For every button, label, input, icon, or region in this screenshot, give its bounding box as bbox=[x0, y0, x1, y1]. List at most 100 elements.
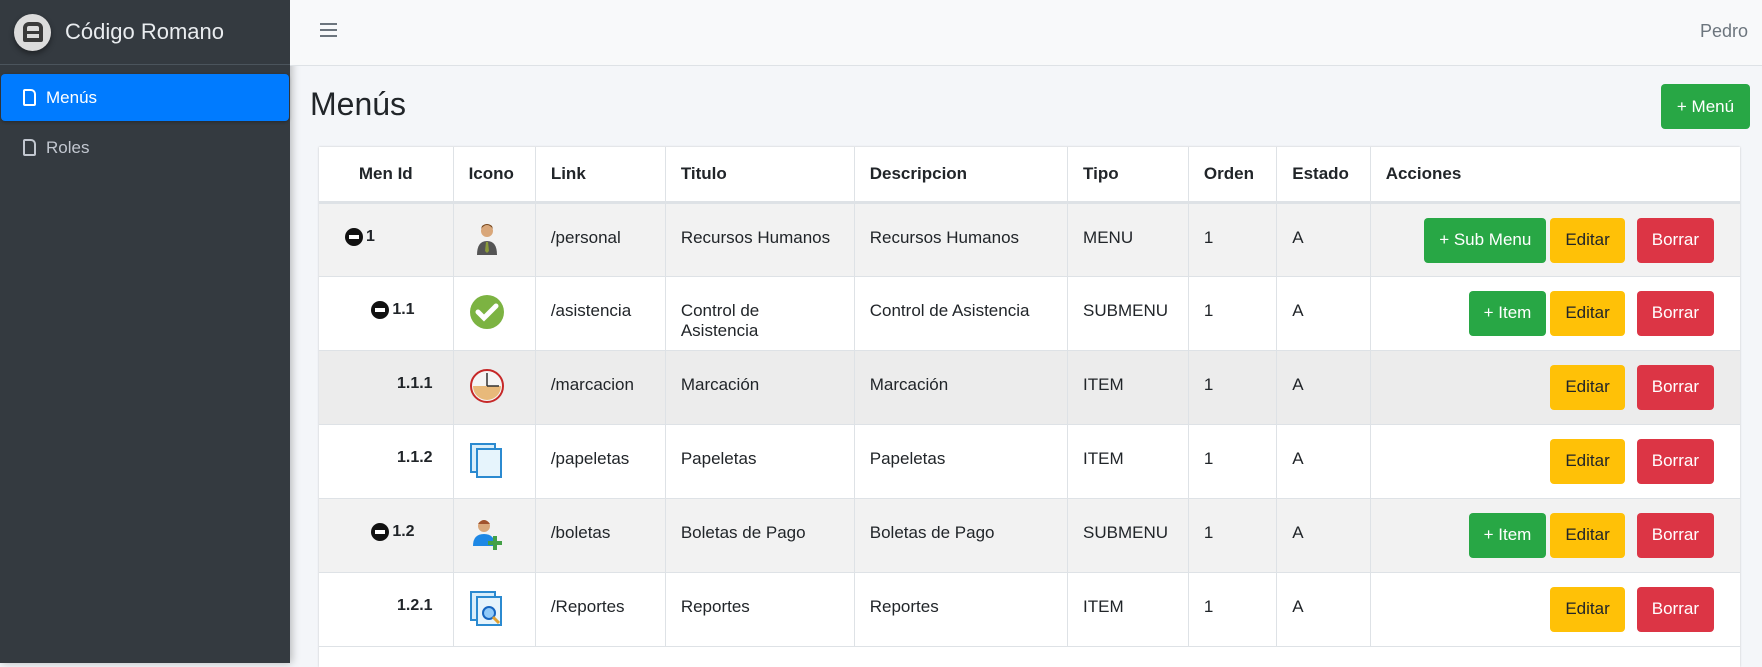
cell-link: /marcacion bbox=[535, 350, 666, 425]
cell-tipo: ITEM bbox=[1067, 350, 1189, 425]
icon-cell bbox=[453, 276, 536, 351]
column-header: Descripcion bbox=[854, 147, 1069, 204]
add-submenu-button[interactable]: + Sub Menu bbox=[1424, 217, 1547, 263]
user-name[interactable]: Pedro bbox=[1700, 21, 1748, 42]
cell-descripcion: Boletas de Pago bbox=[854, 498, 1069, 573]
icon-cell bbox=[453, 572, 536, 647]
table-row: 1.1.2/papeletas Papeletas Papeletas ITEM 1 A E… bbox=[319, 424, 1740, 499]
cell-orden: 1 bbox=[1188, 276, 1278, 351]
cell-tipo: SUBMENU bbox=[1067, 498, 1189, 573]
edit-button[interactable]: Editar bbox=[1550, 217, 1625, 263]
column-header: Link bbox=[535, 147, 666, 204]
cell-estado: A bbox=[1276, 276, 1371, 351]
actions-cell: + Sub Menu Editar Borrar bbox=[1370, 202, 1740, 277]
cell-descripcion: Reportes bbox=[854, 572, 1069, 647]
menu-id: 1.1.1 bbox=[396, 374, 433, 392]
cell-tipo: SUBMENU bbox=[1067, 276, 1189, 351]
actions-cell: Editar Borrar bbox=[1370, 572, 1740, 647]
cell-titulo: Control de Asistencia bbox=[665, 276, 855, 351]
column-header: Icono bbox=[453, 147, 536, 204]
cell-orden: 1 bbox=[1188, 424, 1278, 499]
icon-cell bbox=[453, 498, 536, 573]
delete-button[interactable]: Borrar bbox=[1636, 512, 1714, 558]
delete-button[interactable]: Borrar bbox=[1636, 438, 1714, 484]
cell-orden: 1 bbox=[1188, 498, 1278, 573]
checkmark-icon bbox=[469, 294, 505, 334]
menu-id: 1.2.1 bbox=[396, 596, 433, 614]
cell-tipo: ITEM bbox=[1067, 424, 1189, 499]
collapse-icon[interactable] bbox=[371, 300, 390, 319]
sidebar-item-roles[interactable]: Roles bbox=[1, 124, 289, 171]
actions-cell: Editar Borrar bbox=[1370, 424, 1740, 499]
add-item-button[interactable]: + Item bbox=[1468, 290, 1547, 336]
add-item-button[interactable]: + Item bbox=[1468, 512, 1547, 558]
table-row: 1.1.1/marcacion Marcación Marcación ITEM 1 A E… bbox=[319, 350, 1740, 425]
menu-id: 1 bbox=[366, 227, 375, 245]
edit-button[interactable]: Editar bbox=[1550, 586, 1625, 632]
table-row: 1.2.1/Reportes Reportes Reportes ITEM 1 A Edit… bbox=[319, 572, 1740, 647]
actions-cell: + Item Editar Borrar bbox=[1370, 498, 1740, 573]
businessman-icon bbox=[469, 223, 505, 261]
column-header: Estado bbox=[1276, 147, 1371, 204]
page-title: Menús bbox=[310, 86, 407, 122]
cell-estado: A bbox=[1276, 572, 1371, 647]
file-icon bbox=[23, 139, 36, 156]
actions-cell: Editar Borrar bbox=[1370, 350, 1740, 425]
top-navbar: Pedro bbox=[290, 0, 1762, 66]
cell-tipo: MENU bbox=[1067, 202, 1189, 277]
menus-table-card: Men Id Icono Link Titulo Descripcion Tipo Orde… bbox=[319, 147, 1740, 667]
column-header: Titulo bbox=[665, 147, 855, 204]
menu-id: 1.1.2 bbox=[396, 448, 433, 466]
documents-icon bbox=[469, 442, 505, 482]
add-menu-button[interactable]: + Menú bbox=[1661, 84, 1750, 129]
cell-orden: 1 bbox=[1188, 202, 1278, 277]
table-row: 1.1/asistencia Control de Asistencia Contr… bbox=[319, 276, 1740, 351]
column-header: Acciones bbox=[1370, 147, 1740, 204]
cell-titulo: Reportes bbox=[665, 572, 855, 647]
column-header: Tipo bbox=[1067, 147, 1189, 204]
clock-icon bbox=[469, 368, 505, 408]
cell-descripcion: Papeletas bbox=[854, 424, 1069, 499]
sidebar-item-menus[interactable]: Menús bbox=[1, 74, 289, 121]
brand-name: Código Romano bbox=[65, 19, 224, 44]
actions-cell: + Item Editar Borrar bbox=[1370, 276, 1740, 351]
cell-titulo: Marcación bbox=[665, 350, 855, 425]
cell-titulo: Boletas de Pago bbox=[665, 498, 855, 573]
icon-cell bbox=[453, 350, 536, 425]
cell-orden: 1 bbox=[1188, 350, 1278, 425]
delete-button[interactable]: Borrar bbox=[1636, 290, 1714, 336]
sidebar: Código Romano Menús Roles bbox=[0, 0, 290, 663]
sidebar-item-label: Roles bbox=[46, 137, 90, 157]
edit-button[interactable]: Editar bbox=[1550, 512, 1625, 558]
menu-id: 1.2 bbox=[392, 522, 415, 540]
cell-titulo: Papeletas bbox=[665, 424, 855, 499]
edit-button[interactable]: Editar bbox=[1550, 438, 1625, 484]
brand-link[interactable]: Código Romano bbox=[0, 0, 290, 65]
cell-descripcion: Recursos Humanos bbox=[854, 202, 1069, 277]
collapse-icon[interactable] bbox=[345, 227, 363, 246]
collapse-icon[interactable] bbox=[371, 522, 390, 541]
delete-button[interactable]: Borrar bbox=[1636, 364, 1714, 410]
cell-estado: A bbox=[1276, 350, 1371, 425]
column-header: Men Id bbox=[319, 147, 454, 204]
cell-link: /personal bbox=[535, 202, 666, 277]
menus-table: Men Id Icono Link Titulo Descripcion Tipo Orde… bbox=[319, 147, 1740, 647]
table-row: 1/personal Recursos Humanos Recursos Human… bbox=[319, 202, 1740, 277]
edit-button[interactable]: Editar bbox=[1550, 290, 1625, 336]
document-search-icon bbox=[469, 590, 505, 630]
delete-button[interactable]: Borrar bbox=[1636, 586, 1714, 632]
cell-descripcion: Control de Asistencia bbox=[854, 276, 1069, 351]
edit-button[interactable]: Editar bbox=[1550, 364, 1625, 410]
cell-link: /asistencia bbox=[535, 276, 666, 351]
cell-link: /papeletas bbox=[535, 424, 666, 499]
icon-cell bbox=[453, 424, 536, 499]
cell-link: /boletas bbox=[535, 498, 666, 573]
delete-button[interactable]: Borrar bbox=[1636, 217, 1714, 263]
cell-orden: 1 bbox=[1188, 572, 1278, 647]
add-user-icon bbox=[469, 519, 505, 556]
cell-estado: A bbox=[1276, 202, 1371, 277]
logo-icon bbox=[14, 13, 51, 51]
table-row: 1.2/boletas Boletas de Pago Boletas de Pag… bbox=[319, 498, 1740, 573]
icon-cell bbox=[453, 202, 536, 277]
hamburger-menu-icon[interactable] bbox=[320, 23, 337, 37]
